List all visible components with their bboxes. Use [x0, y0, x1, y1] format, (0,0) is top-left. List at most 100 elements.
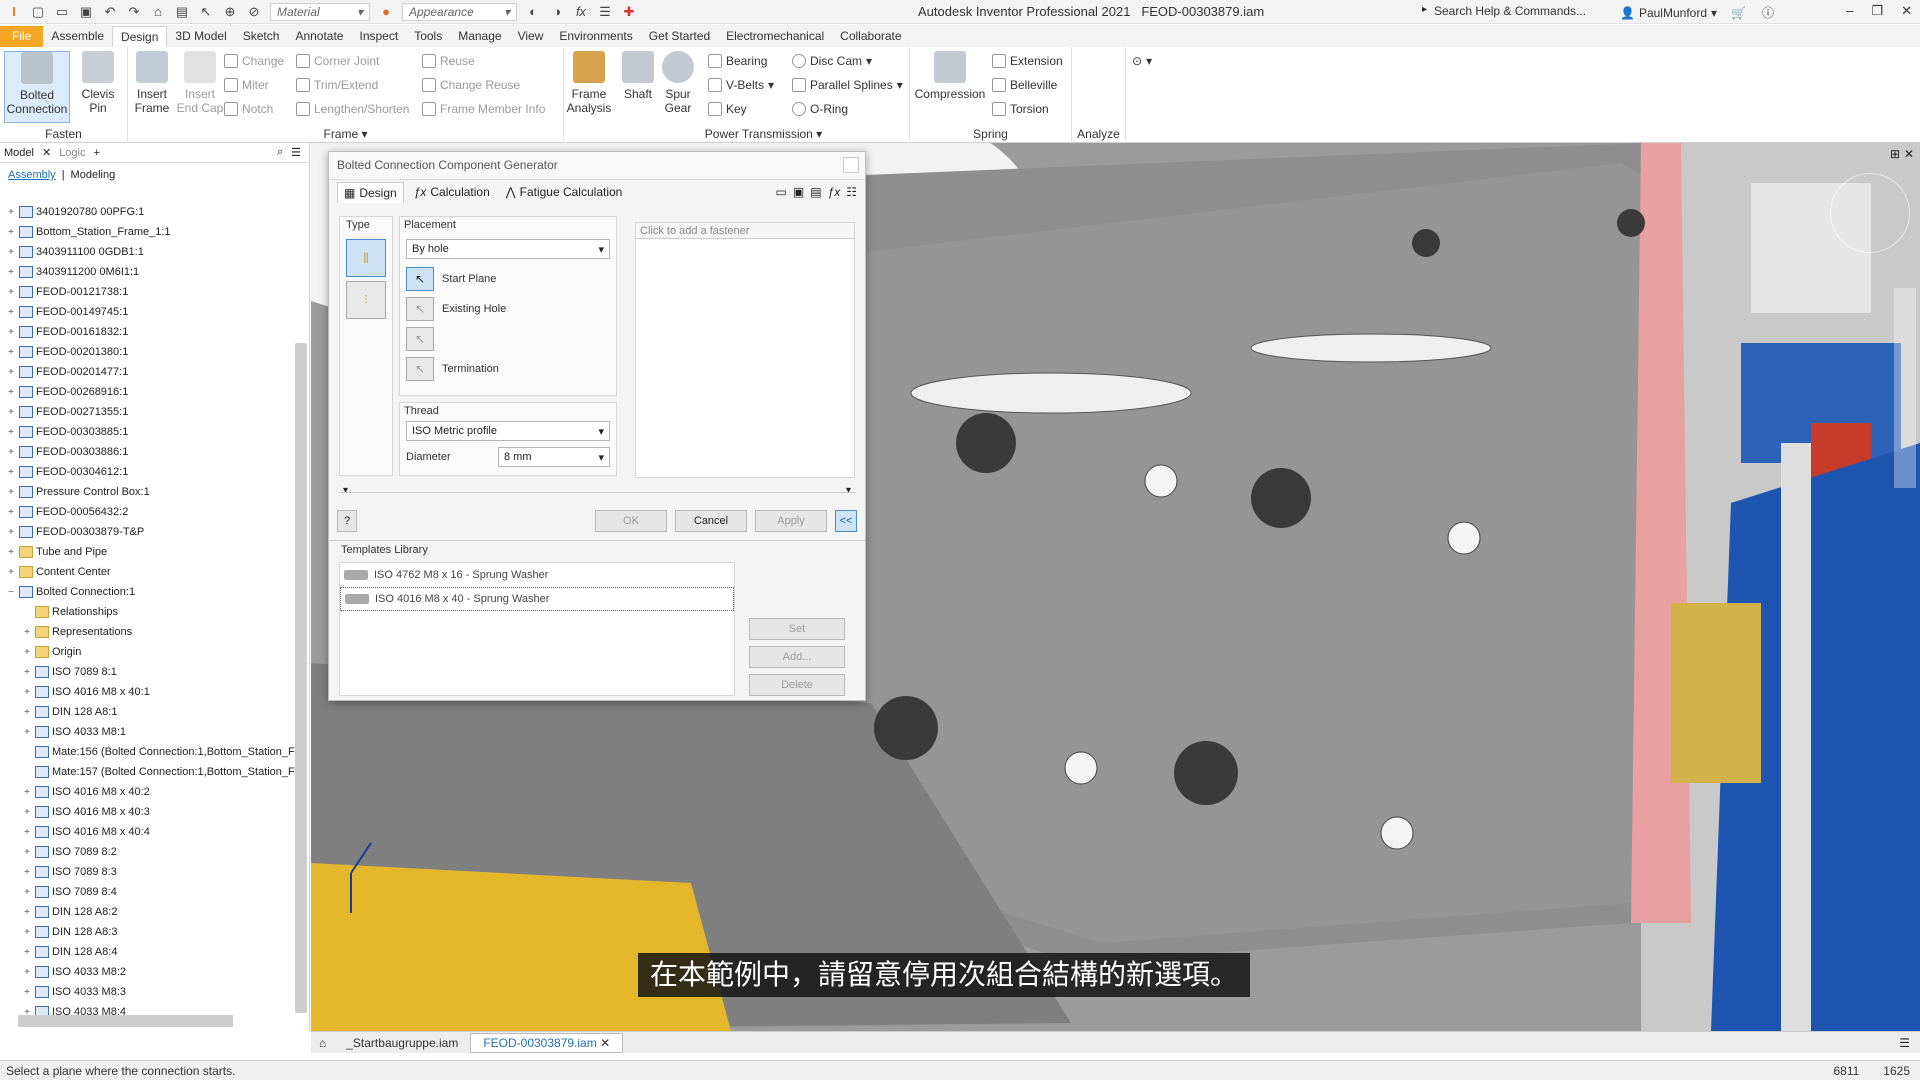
tree-item[interactable]: + ISO 4016 M8 x 40:1 — [0, 682, 295, 702]
options-icon[interactable]: ☷ — [846, 185, 857, 199]
expand-icon[interactable]: + — [22, 787, 32, 798]
expand-icon[interactable]: + — [22, 707, 32, 718]
change-button[interactable]: Change — [224, 54, 284, 68]
expand-section-icon-right[interactable]: ▾ — [846, 485, 851, 496]
material-select[interactable]: Material ▾ — [270, 2, 370, 21]
home-icon[interactable]: ⌂ — [150, 4, 166, 20]
set-button[interactable]: Set — [749, 618, 845, 640]
save-icon[interactable]: ▣ — [793, 185, 804, 199]
expand-icon[interactable]: + — [6, 527, 16, 538]
add-tab-icon[interactable]: + — [93, 147, 99, 159]
tab-logic[interactable]: Logic — [59, 147, 85, 159]
frame-analysis-button-visible[interactable]: Frame Analysis — [564, 51, 614, 115]
tree-item[interactable]: + FEOD-00268916:1 — [0, 382, 295, 402]
clear-icon[interactable]: ◑ — [549, 4, 565, 20]
fastener-placeholder[interactable]: Click to add a fastener — [636, 223, 854, 239]
navigation-bar[interactable] — [1894, 288, 1916, 488]
tree-item[interactable]: + Bottom_Station_Frame_1:1 — [0, 222, 295, 242]
ribbon-tab-tools[interactable]: Tools — [406, 26, 450, 47]
adjust-icon[interactable]: ◐ — [525, 4, 541, 20]
expand-icon[interactable]: + — [6, 427, 16, 438]
tree-item[interactable]: + Content Center — [0, 562, 295, 582]
third-select-button[interactable]: ↖ — [406, 327, 434, 351]
shaft-button[interactable]: Shaft — [620, 51, 656, 101]
tree-item[interactable]: + ISO 4033 M8:1 — [0, 722, 295, 742]
expand-icon[interactable]: + — [6, 547, 16, 558]
tree-item[interactable]: + FEOD-00149745:1 — [0, 302, 295, 322]
expand-icon[interactable]: + — [6, 407, 16, 418]
appearance-select[interactable]: Appearance ▾ — [402, 2, 517, 21]
fx-icon[interactable]: fx — [573, 4, 589, 20]
belleville-button[interactable]: Belleville — [992, 78, 1057, 92]
expand-icon[interactable]: + — [22, 867, 32, 878]
expand-icon[interactable]: + — [6, 267, 16, 278]
reuse-button[interactable]: Reuse — [422, 54, 475, 68]
ribbon-tab-manage[interactable]: Manage — [450, 26, 509, 47]
expand-icon[interactable]: + — [6, 347, 16, 358]
tab-model[interactable]: Model — [4, 147, 34, 159]
expand-icon[interactable]: + — [6, 367, 16, 378]
expand-icon[interactable]: − — [6, 587, 16, 598]
termination-button[interactable]: ↖ — [406, 357, 434, 381]
tools-icon[interactable]: ▤ — [810, 185, 821, 199]
ribbon-tab-file[interactable]: File — [0, 26, 44, 47]
fx-icon[interactable]: ƒx — [828, 185, 841, 199]
ribbon-tab-annotate[interactable]: Annotate — [287, 26, 351, 47]
expand-icon[interactable]: + — [22, 967, 32, 978]
expand-icon[interactable]: + — [6, 467, 16, 478]
update-icon[interactable]: ▤ — [174, 4, 190, 20]
tree-item[interactable]: Mate:156 (Bolted Connection:1,Bottom_Sta… — [0, 742, 295, 762]
search-expand-icon[interactable]: ▸ — [1422, 4, 1427, 15]
measure-icon[interactable]: ⊕ — [222, 4, 238, 20]
expand-icon[interactable]: + — [22, 627, 32, 638]
add-icon[interactable]: ✚ — [621, 4, 637, 20]
tree-item[interactable]: − Bolted Connection:1 — [0, 582, 295, 602]
tree-item[interactable]: +3403911200 0M6I1:1 — [0, 262, 295, 282]
expand-icon[interactable]: + — [6, 487, 16, 498]
ok-button[interactable]: OK — [595, 510, 667, 532]
tree-item[interactable]: +3403911100 0GDB1:1 — [0, 242, 295, 262]
tree-item[interactable]: + FEOD-00201380:1 — [0, 342, 295, 362]
insert-frame-button[interactable]: Insert Frame — [132, 51, 172, 115]
tree-item[interactable]: + FEOD-00303879-T&P — [0, 522, 295, 542]
thread-select[interactable]: ISO Metric profile ▾ — [406, 421, 610, 441]
tree-item[interactable]: + FEOD-00303886:1 — [0, 442, 295, 462]
expand-icon[interactable]: + — [22, 727, 32, 738]
subtab-assembly[interactable]: Assembly — [8, 169, 56, 181]
insert-end-cap-button[interactable]: Insert End Cap — [176, 51, 224, 115]
existing-hole-button[interactable]: ↖ — [406, 297, 434, 321]
ribbon-tab-sketch[interactable]: Sketch — [235, 26, 288, 47]
expand-icon[interactable]: + — [6, 287, 16, 298]
tree-item[interactable]: + Representations — [0, 622, 295, 642]
view-cube[interactable] — [1830, 173, 1910, 253]
subtab-modeling[interactable]: Modeling — [71, 169, 116, 181]
expand-icon[interactable]: + — [6, 247, 16, 258]
close-icon[interactable]: ✕ — [600, 1036, 610, 1050]
select-icon[interactable]: ↖ — [198, 4, 214, 20]
new-file-icon[interactable]: ▢ — [30, 4, 46, 20]
open-folder-icon[interactable]: ▭ — [54, 4, 70, 20]
expand-icon[interactable]: + — [22, 947, 32, 958]
template-item[interactable]: ISO 4762 M8 x 16 - Sprung Washer — [340, 563, 734, 587]
expand-icon[interactable]: + — [6, 227, 16, 238]
tree-item[interactable]: + DIN 128 A8:2 — [0, 902, 295, 922]
open-folder-icon[interactable]: ▭ — [776, 185, 787, 199]
help-icon[interactable]: ⓘ — [1762, 4, 1774, 21]
lengthen-shorten-button[interactable]: Lengthen/Shorten — [296, 102, 409, 116]
doc-tab-startbaugruppe[interactable]: _Startbaugruppe.iam — [334, 1034, 470, 1052]
ribbon-tab-get-started[interactable]: Get Started — [641, 26, 718, 47]
browser-scrollbar[interactable] — [295, 343, 307, 1013]
o-ring-button[interactable]: O-Ring — [792, 102, 848, 116]
tree-item[interactable]: + DIN 128 A8:3 — [0, 922, 295, 942]
tree-item[interactable]: + FEOD-00304612:1 — [0, 462, 295, 482]
extension-button[interactable]: Extension — [992, 54, 1063, 68]
tree-item[interactable]: + DIN 128 A8:1 — [0, 702, 295, 722]
tree-item[interactable]: + ISO 4033 M8:2 — [0, 962, 295, 982]
miter-button[interactable]: Miter — [224, 78, 269, 92]
ribbon-tab-assemble[interactable]: Assemble — [43, 26, 112, 47]
blind-connection-type-button[interactable]: ⫶ — [346, 281, 386, 319]
ribbon-tab-environments[interactable]: Environments — [551, 26, 640, 47]
disc-cam-button[interactable]: Disc Cam ▾ — [792, 54, 872, 68]
expand-icon[interactable]: + — [22, 667, 32, 678]
expand-icon[interactable]: + — [6, 207, 16, 218]
